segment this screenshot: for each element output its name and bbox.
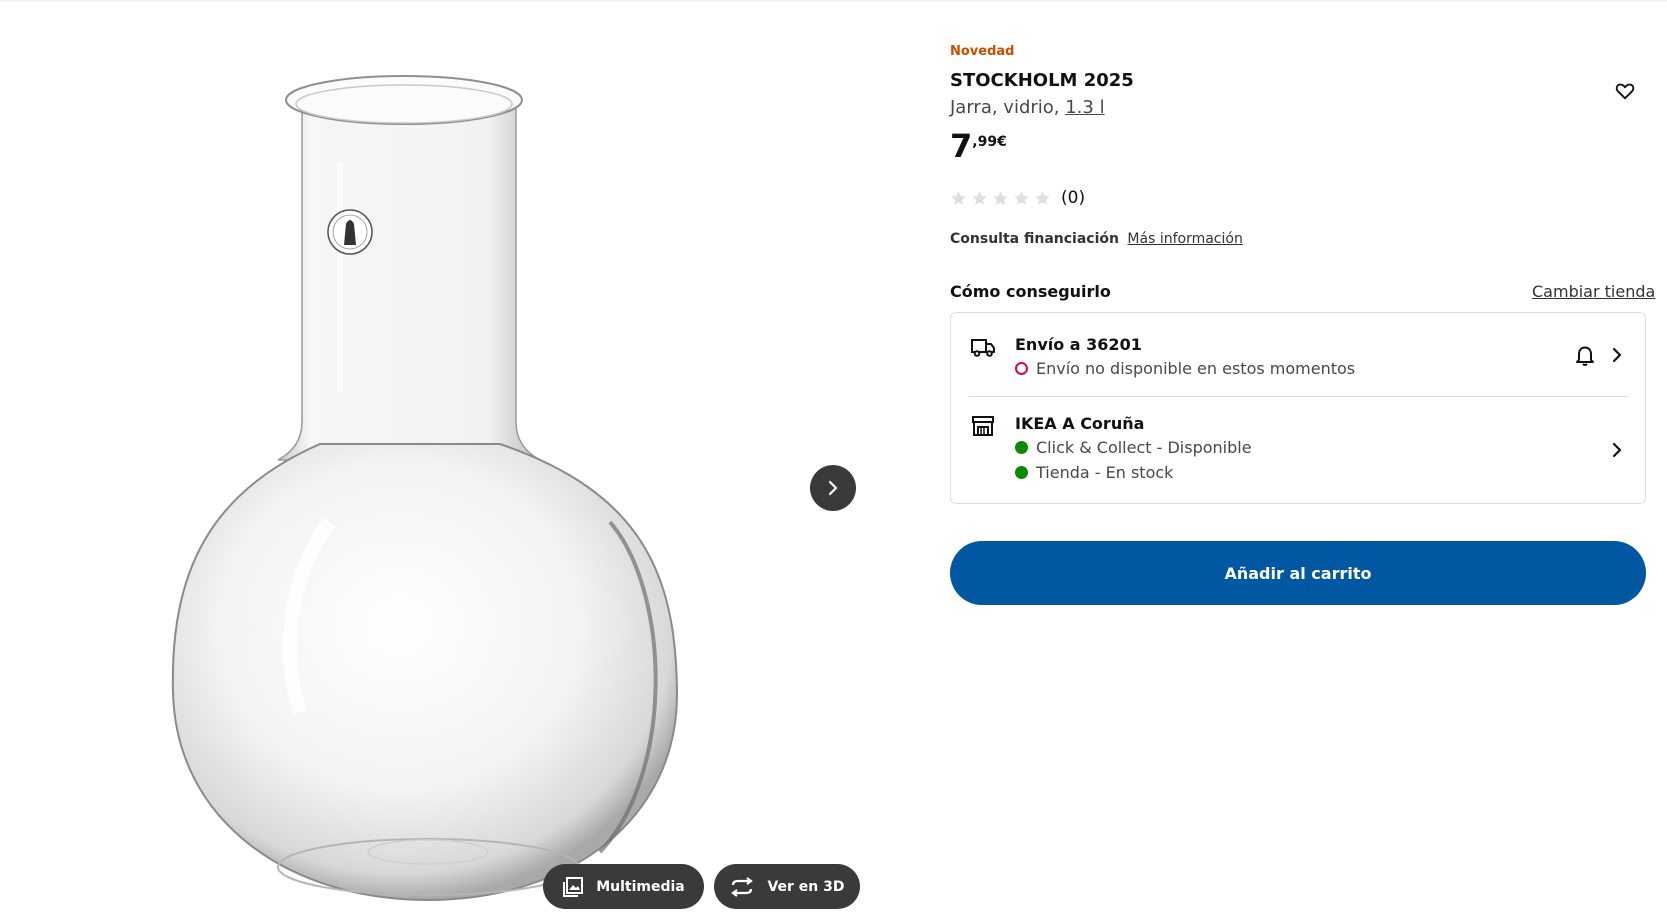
rating-stars — [950, 190, 1051, 207]
chevron-right-icon — [1612, 347, 1622, 363]
product-size-link[interactable]: 1.3 l — [1065, 97, 1104, 118]
click-collect-status-text: Click & Collect - Disponible — [1036, 438, 1252, 457]
rating-count: (0) — [1061, 188, 1086, 208]
change-store-link[interactable]: Cambiar tienda — [1532, 282, 1655, 301]
product-media: Multimedia Ver en 3D — [0, 0, 900, 913]
price-decimal: ,99€ — [972, 134, 1007, 150]
delivery-row[interactable]: Envío a 36201 Envío no disponible en est… — [951, 313, 1645, 396]
store-row[interactable]: IKEA A Coruña Click & Collect - Disponib… — [951, 397, 1645, 503]
heart-icon[interactable] — [1614, 80, 1636, 102]
bell-icon[interactable] — [1573, 343, 1597, 367]
price-integer: 7 — [950, 127, 973, 165]
product-description-text: Jarra, vidrio, — [950, 97, 1066, 118]
rating[interactable]: (0) — [950, 188, 1085, 208]
handmade-label — [327, 209, 373, 255]
delivery-status-text: Envío no disponible en estos momentos — [1036, 359, 1356, 378]
multimedia-button[interactable]: Multimedia — [543, 864, 704, 909]
star-icon — [1014, 190, 1029, 205]
availability-card: Envío a 36201 Envío no disponible en est… — [950, 312, 1646, 504]
product-description: Jarra, vidrio, 1.3 l — [950, 97, 1105, 118]
click-collect-status: Click & Collect - Disponible — [1015, 438, 1252, 457]
view-3d-button[interactable]: Ver en 3D — [714, 864, 860, 909]
store-title: IKEA A Coruña — [1015, 414, 1145, 433]
financing-label: Consulta financiación — [950, 231, 1119, 247]
star-icon — [1035, 190, 1050, 205]
view-3d-label: Ver en 3D — [767, 878, 845, 895]
product-image — [171, 75, 679, 902]
store-icon — [972, 416, 994, 436]
in-store-status-text: Tienda - En stock — [1036, 463, 1174, 482]
next-image-button[interactable] — [810, 465, 856, 511]
delivery-status: Envío no disponible en estos momentos — [1015, 359, 1355, 378]
product-info-panel: Novedad STOCKHOLM 2025 Jarra, vidrio, 1.… — [950, 0, 1655, 913]
in-store-status: Tienda - En stock — [1015, 463, 1173, 482]
status-available-icon — [1015, 466, 1028, 479]
status-unavailable-icon — [1015, 362, 1028, 375]
add-to-cart-button[interactable]: Añadir al carrito — [950, 541, 1646, 605]
product-name: STOCKHOLM 2025 — [950, 70, 1134, 91]
price: 7 ,99€ — [950, 128, 1007, 164]
rotate-3d-icon — [731, 876, 754, 897]
star-icon — [993, 190, 1008, 205]
how-to-get-title: Cómo conseguirlo — [950, 282, 1111, 301]
star-icon — [951, 190, 966, 205]
image-gallery-icon — [563, 876, 584, 897]
financing-info: Consulta financiación Más información — [950, 231, 1243, 247]
new-badge: Novedad — [950, 44, 1015, 59]
delivery-title: Envío a 36201 — [1015, 335, 1142, 354]
chevron-right-icon — [1612, 442, 1622, 458]
financing-more-link[interactable]: Más información — [1127, 231, 1242, 247]
status-available-icon — [1015, 441, 1028, 454]
star-icon — [972, 190, 987, 205]
multimedia-label: Multimedia — [596, 878, 685, 895]
truck-icon — [971, 339, 995, 357]
chevron-right-icon — [828, 480, 838, 496]
